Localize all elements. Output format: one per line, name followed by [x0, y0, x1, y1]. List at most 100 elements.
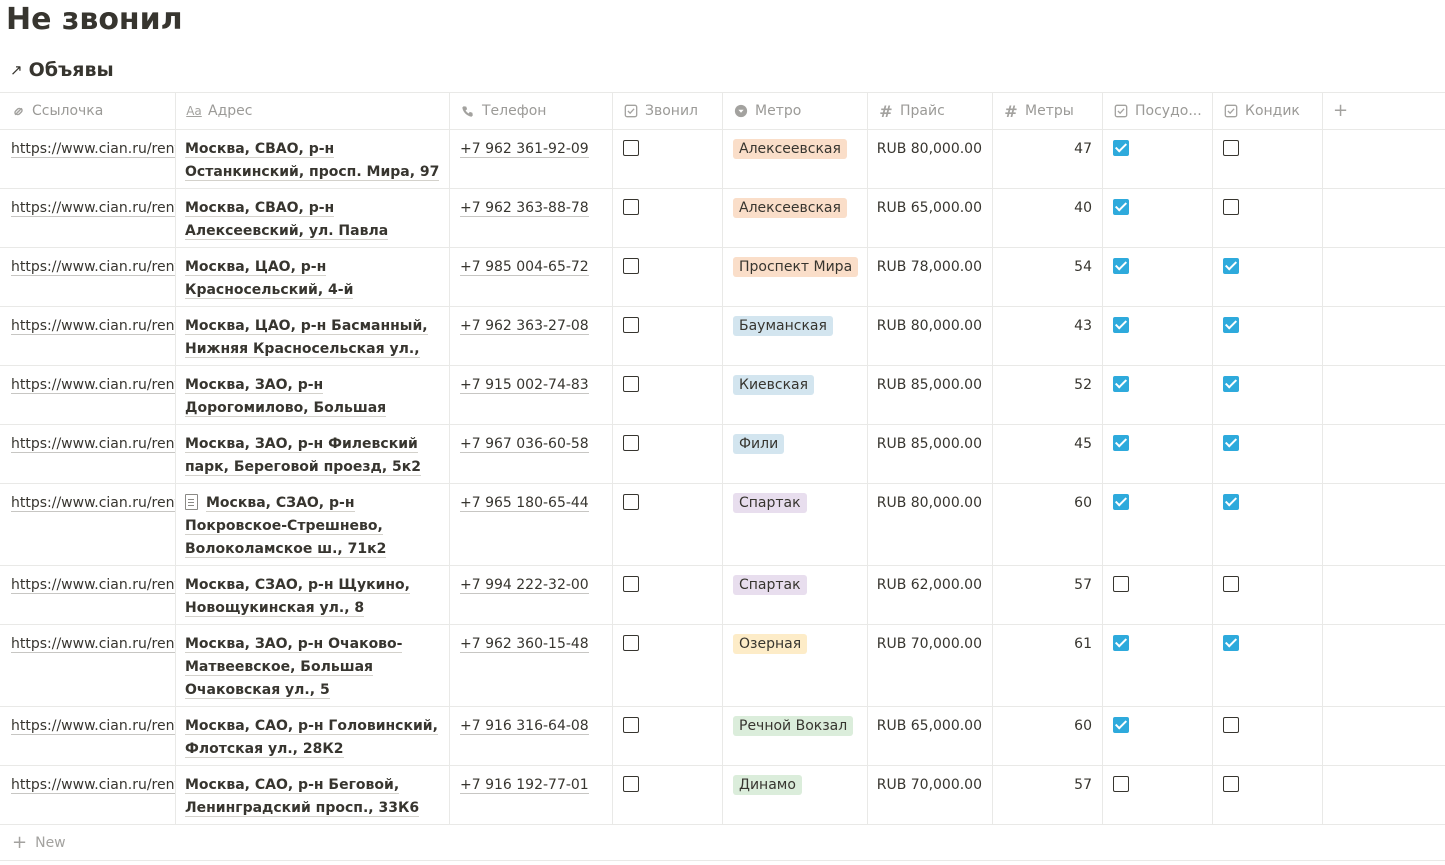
dishwasher-checkbox[interactable]: [1113, 258, 1129, 274]
phone-link[interactable]: +7 985 004-65-72: [460, 259, 589, 276]
called-checkbox[interactable]: [623, 199, 639, 215]
price-cell[interactable]: RUB 85,000.00: [868, 425, 993, 483]
meters-cell[interactable]: 52: [993, 366, 1103, 424]
metro-cell[interactable]: Киевская: [723, 366, 868, 424]
new-row-button[interactable]: + New: [0, 825, 1445, 861]
column-header-ac[interactable]: Кондик: [1213, 93, 1323, 129]
column-header-price[interactable]: # Прайс: [868, 93, 993, 129]
phone-link[interactable]: +7 965 180-65-44: [460, 495, 589, 512]
metro-cell[interactable]: Алексеевская: [723, 130, 868, 188]
column-header-link[interactable]: Ссылочка: [0, 93, 176, 129]
dishwasher-checkbox[interactable]: [1113, 317, 1129, 333]
phone-link[interactable]: +7 962 363-27-08: [460, 318, 589, 335]
metro-cell[interactable]: Спартак: [723, 484, 868, 565]
meters-cell[interactable]: 47: [993, 130, 1103, 188]
listing-link[interactable]: https://www.cian.ru/rent/flat/266213654/: [11, 200, 175, 217]
price-cell[interactable]: RUB 80,000.00: [868, 130, 993, 188]
price-cell[interactable]: RUB 85,000.00: [868, 366, 993, 424]
called-checkbox[interactable]: [623, 494, 639, 510]
price-cell[interactable]: RUB 80,000.00: [868, 307, 993, 365]
metro-cell[interactable]: Речной Вокзал: [723, 707, 868, 765]
address-title[interactable]: Москва, СЗАО, р-н Покровское-Стрешнево, …: [185, 495, 387, 558]
phone-link[interactable]: +7 994 222-32-00: [460, 577, 589, 594]
dishwasher-checkbox[interactable]: [1113, 717, 1129, 733]
called-checkbox[interactable]: [623, 576, 639, 592]
address-title[interactable]: Москва, ЗАО, р-н Филевский парк, Берегов…: [185, 436, 422, 476]
phone-link[interactable]: +7 915 002-74-83: [460, 377, 589, 394]
column-header-metro[interactable]: Метро: [723, 93, 868, 129]
column-header-dishwasher[interactable]: Посудо...: [1103, 93, 1213, 129]
dishwasher-checkbox[interactable]: [1113, 576, 1129, 592]
called-checkbox[interactable]: [623, 776, 639, 792]
address-title[interactable]: Москва, САО, р-н Головинский, Флотская у…: [185, 718, 438, 758]
address-title[interactable]: Москва, ЦАО, р-н Басманный, Нижняя Красн…: [185, 318, 428, 365]
address-title[interactable]: Москва, ЗАО, р-н Очаково-Матвеевское, Бо…: [185, 636, 403, 699]
meters-cell[interactable]: 57: [993, 766, 1103, 824]
meters-cell[interactable]: 43: [993, 307, 1103, 365]
address-title[interactable]: Москва, ЦАО, р-н Красносельский, 4-й Кра…: [185, 259, 378, 306]
phone-link[interactable]: +7 962 360-15-48: [460, 636, 589, 653]
called-checkbox[interactable]: [623, 376, 639, 392]
metro-cell[interactable]: Бауманская: [723, 307, 868, 365]
listing-link[interactable]: https://www.cian.ru/rent/flat/266236405/: [11, 636, 175, 653]
called-checkbox[interactable]: [623, 635, 639, 651]
meters-cell[interactable]: 60: [993, 707, 1103, 765]
ac-checkbox[interactable]: [1223, 140, 1239, 156]
ac-checkbox[interactable]: [1223, 435, 1239, 451]
called-checkbox[interactable]: [623, 717, 639, 733]
database-title[interactable]: ↗ Объявы: [10, 56, 114, 84]
listing-link[interactable]: https://www.cian.ru/rent/flat/246002748/: [11, 777, 175, 794]
phone-link[interactable]: +7 962 363-88-78: [460, 200, 589, 217]
ac-checkbox[interactable]: [1223, 717, 1239, 733]
column-header-meters[interactable]: # Метры: [993, 93, 1103, 129]
metro-cell[interactable]: Спартак: [723, 566, 868, 624]
dishwasher-checkbox[interactable]: [1113, 376, 1129, 392]
listing-link[interactable]: https://www.cian.ru/rent/flat/266164980/: [11, 141, 175, 158]
listing-link[interactable]: https://www.cian.ru/rent/flat/266166668/: [11, 495, 175, 512]
ac-checkbox[interactable]: [1223, 376, 1239, 392]
ac-checkbox[interactable]: [1223, 199, 1239, 215]
phone-link[interactable]: +7 916 192-77-01: [460, 777, 589, 794]
column-header-phone[interactable]: Телефон: [450, 93, 613, 129]
price-cell[interactable]: RUB 62,000.00: [868, 566, 993, 624]
called-checkbox[interactable]: [623, 435, 639, 451]
called-checkbox[interactable]: [623, 140, 639, 156]
ac-checkbox[interactable]: [1223, 776, 1239, 792]
column-header-called[interactable]: Звонил: [613, 93, 723, 129]
called-checkbox[interactable]: [623, 317, 639, 333]
listing-link[interactable]: https://www.cian.ru/rent/flat/266240028/: [11, 577, 175, 594]
dishwasher-checkbox[interactable]: [1113, 199, 1129, 215]
price-cell[interactable]: RUB 70,000.00: [868, 625, 993, 706]
meters-cell[interactable]: 57: [993, 566, 1103, 624]
listing-link[interactable]: https://www.cian.ru/rent/flat/265508022/: [11, 259, 175, 276]
price-cell[interactable]: RUB 80,000.00: [868, 484, 993, 565]
address-title[interactable]: Москва, ЗАО, р-н Дорогомилово, Большая Д…: [185, 377, 387, 424]
listing-link[interactable]: https://www.cian.ru/rent/flat/266248712/: [11, 436, 175, 453]
listing-link[interactable]: https://www.cian.ru/rent/flat/266050854/: [11, 318, 175, 335]
meters-cell[interactable]: 40: [993, 189, 1103, 247]
dishwasher-checkbox[interactable]: [1113, 435, 1129, 451]
address-title[interactable]: Москва, СЗАО, р-н Щукино, Новощукинская …: [185, 577, 410, 617]
dishwasher-checkbox[interactable]: [1113, 635, 1129, 651]
ac-checkbox[interactable]: [1223, 635, 1239, 651]
add-column-button[interactable]: +: [1323, 93, 1445, 129]
metro-cell[interactable]: Алексеевская: [723, 189, 868, 247]
meters-cell[interactable]: 60: [993, 484, 1103, 565]
metro-cell[interactable]: Проспект Мира: [723, 248, 868, 306]
ac-checkbox[interactable]: [1223, 317, 1239, 333]
phone-link[interactable]: +7 916 316-64-08: [460, 718, 589, 735]
metro-cell[interactable]: Фили: [723, 425, 868, 483]
meters-cell[interactable]: 54: [993, 248, 1103, 306]
dishwasher-checkbox[interactable]: [1113, 140, 1129, 156]
price-cell[interactable]: RUB 65,000.00: [868, 189, 993, 247]
price-cell[interactable]: RUB 65,000.00: [868, 707, 993, 765]
listing-link[interactable]: https://www.cian.ru/rent/flat/266107391/: [11, 377, 175, 394]
address-title[interactable]: Москва, СВАО, р-н Алексеевский, ул. Павл…: [185, 200, 389, 247]
address-title[interactable]: Москва, СВАО, р-н Останкинский, просп. М…: [185, 141, 440, 181]
meters-cell[interactable]: 45: [993, 425, 1103, 483]
meters-cell[interactable]: 61: [993, 625, 1103, 706]
ac-checkbox[interactable]: [1223, 258, 1239, 274]
ac-checkbox[interactable]: [1223, 494, 1239, 510]
address-title[interactable]: Москва, САО, р-н Беговой, Ленинградский …: [185, 777, 420, 817]
phone-link[interactable]: +7 962 361-92-09: [460, 141, 589, 158]
